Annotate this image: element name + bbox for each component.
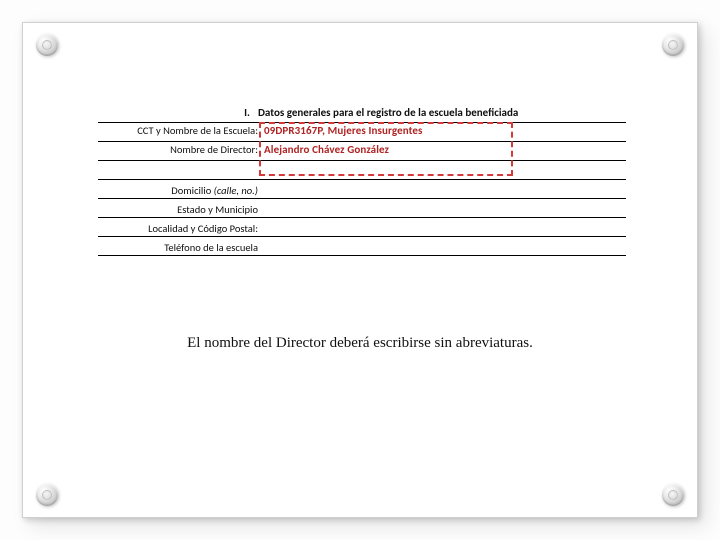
label-cct: CCT y Nombre de la Escuela:	[98, 124, 262, 137]
rivet-icon	[662, 484, 684, 506]
section-title: Datos generales para el registro de la e…	[258, 106, 518, 119]
rivet-icon	[662, 34, 684, 56]
rivet-icon	[36, 484, 58, 506]
label-telefono: Teléfono de la escuela	[98, 241, 262, 254]
row-blank	[98, 161, 626, 180]
label-domicilio-italic: (calle, no.)	[214, 184, 258, 197]
label-estado: Estado y Municipio	[98, 203, 262, 216]
row-localidad: Localidad y Código Postal:	[98, 218, 626, 237]
value-director: Alejandro Chávez González	[262, 143, 389, 156]
form-table: I. Datos generales para el registro de l…	[98, 104, 626, 256]
value-domicilio	[262, 181, 264, 194]
label-domicilio: Domicilio (calle, no.)	[98, 184, 262, 197]
section-header: I. Datos generales para el registro de l…	[98, 104, 626, 123]
rivet-icon	[36, 34, 58, 56]
inner-frame	[22, 22, 698, 518]
value-localidad	[262, 219, 264, 232]
section-roman: I.	[98, 106, 258, 119]
value-cct: 09DPR3167P, Mujeres Insurgentes	[262, 124, 423, 137]
value-estado	[262, 200, 264, 213]
value-blank	[262, 162, 264, 175]
row-estado: Estado y Municipio	[98, 199, 626, 218]
slide: I. Datos generales para el registro de l…	[0, 0, 720, 540]
row-telefono: Teléfono de la escuela	[98, 237, 626, 256]
label-domicilio-prefix: Domicilio	[171, 184, 213, 197]
value-telefono	[262, 238, 264, 251]
label-director: Nombre de Director:	[98, 143, 262, 156]
row-director: Nombre de Director: Alejandro Chávez Gon…	[98, 142, 626, 161]
caption-text: El nombre del Director deberá escribirse…	[0, 335, 720, 352]
row-domicilio: Domicilio (calle, no.)	[98, 180, 626, 199]
label-localidad: Localidad y Código Postal:	[98, 222, 262, 235]
row-cct: CCT y Nombre de la Escuela: 09DPR3167P, …	[98, 123, 626, 142]
